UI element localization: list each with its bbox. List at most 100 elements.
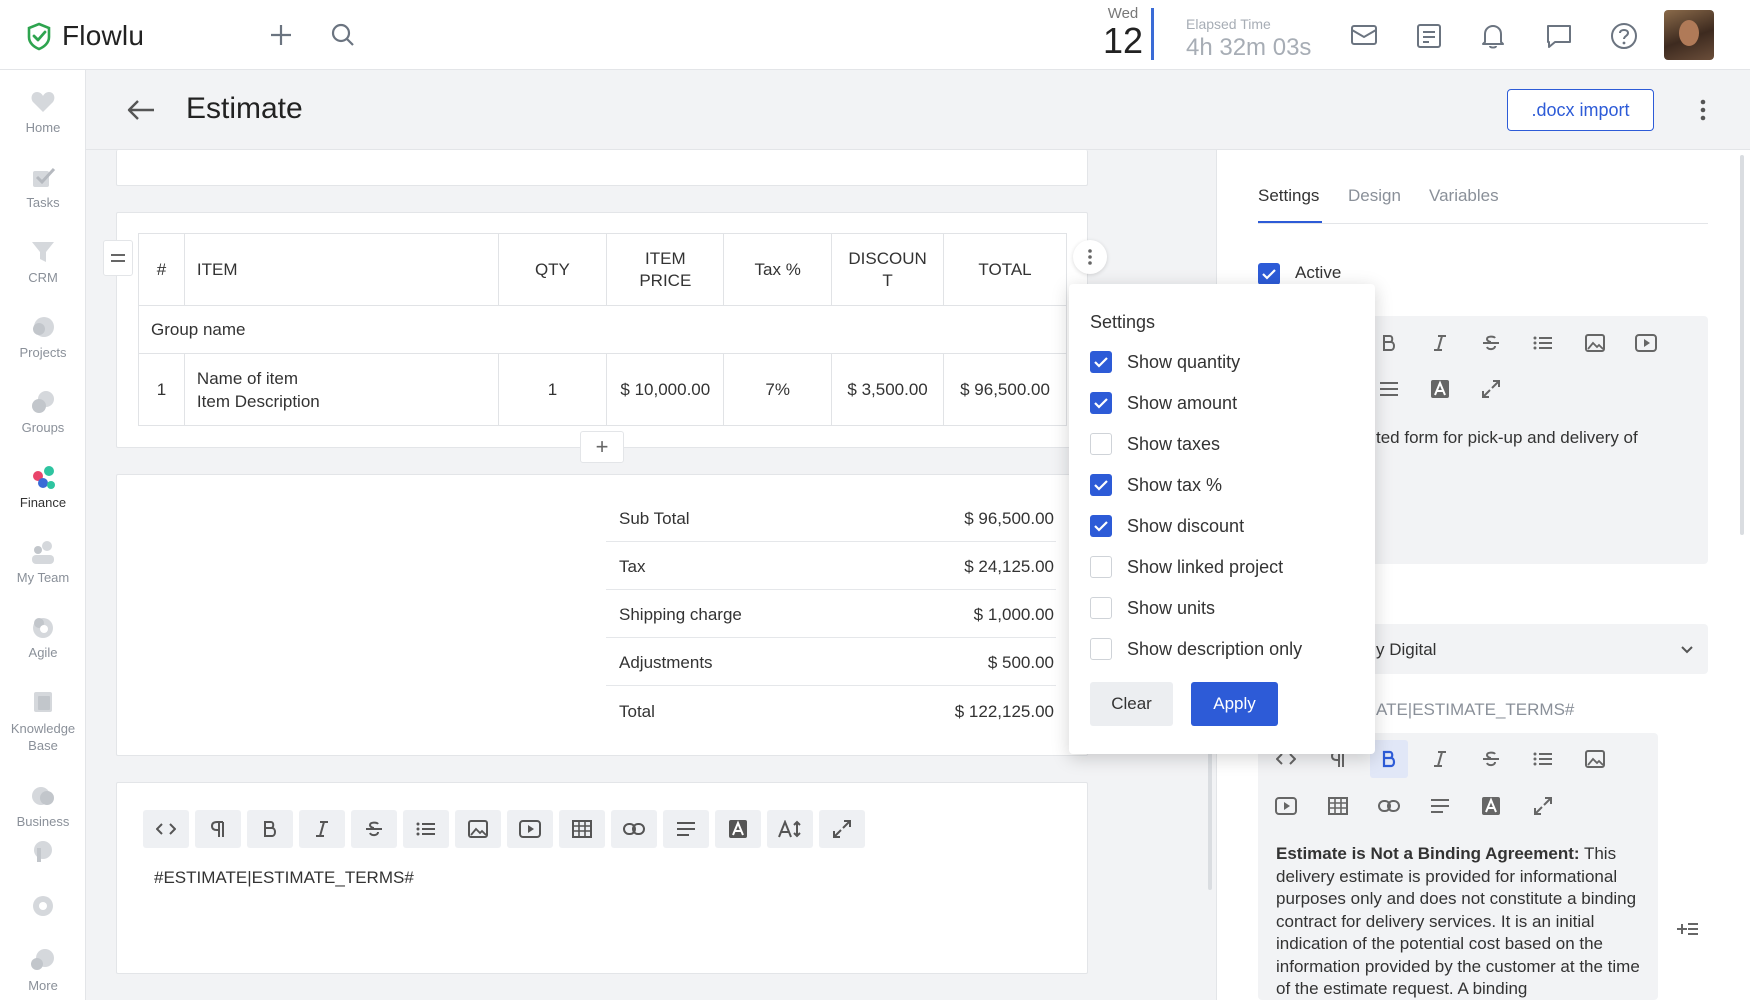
group-row[interactable]: Group name	[138, 305, 1067, 354]
font-color-icon[interactable]	[1478, 793, 1504, 819]
tab-design[interactable]: Design	[1348, 186, 1401, 206]
mail-icon[interactable]	[1350, 22, 1377, 48]
image-icon[interactable]	[455, 810, 501, 848]
fullscreen-icon[interactable]	[1530, 793, 1556, 819]
sidebar-item-my-team[interactable]: My Team	[0, 538, 85, 585]
sidebar-item-tasks[interactable]: Tasks	[0, 163, 85, 210]
code-icon[interactable]	[143, 810, 189, 848]
group-name[interactable]: Group name	[138, 305, 1067, 354]
chat-icon[interactable]	[1545, 22, 1571, 48]
totals-value[interactable]: $ 500.00	[988, 653, 1054, 673]
sidebar-item-business[interactable]: Business	[0, 782, 85, 829]
sidebar-item-finance[interactable]: Finance	[0, 463, 85, 510]
option-show-quantity[interactable]: Show quantity	[1090, 349, 1240, 375]
align-icon[interactable]	[1427, 793, 1453, 819]
align-icon[interactable]	[1376, 376, 1402, 402]
discount-cell[interactable]: $ 3,500.00	[831, 353, 945, 426]
list-icon[interactable]	[403, 810, 449, 848]
notes-icon[interactable]	[1415, 22, 1441, 48]
item-cell[interactable]: Name of item Item Description	[183, 353, 499, 426]
price-cell[interactable]: $ 10,000.00	[606, 353, 725, 426]
tab-settings[interactable]: Settings	[1258, 186, 1319, 206]
image-icon[interactable]	[1582, 746, 1608, 772]
video-icon[interactable]	[507, 810, 553, 848]
font-size-icon[interactable]	[767, 810, 813, 848]
font-color-icon[interactable]	[715, 810, 761, 848]
checkbox[interactable]	[1090, 474, 1112, 496]
italic-icon[interactable]	[299, 810, 345, 848]
clear-button[interactable]: Clear	[1090, 682, 1173, 726]
fullscreen-icon[interactable]	[819, 810, 865, 848]
active-checkbox[interactable]	[1258, 263, 1280, 285]
table-row[interactable]: 1 Name of item Item Description 1 $ 10,0…	[138, 353, 1067, 426]
app-logo[interactable]: Flowlu	[24, 20, 144, 52]
bold-icon[interactable]	[247, 810, 293, 848]
italic-icon[interactable]	[1427, 746, 1453, 772]
tax-cell[interactable]: 7%	[723, 353, 833, 426]
add-row-button[interactable]: +	[580, 431, 624, 463]
option-show-units[interactable]: Show units	[1090, 595, 1215, 621]
elapsed-time[interactable]: Elapsed Time 4h 32m 03s	[1186, 16, 1311, 62]
right-panel-scrollbar[interactable]	[1740, 155, 1744, 535]
bell-icon[interactable]	[1480, 22, 1506, 49]
video-icon[interactable]	[1633, 330, 1659, 356]
option-show-amount[interactable]: Show amount	[1090, 390, 1237, 416]
italic-icon[interactable]	[1427, 330, 1453, 356]
link-icon[interactable]	[1376, 793, 1402, 819]
option-show-discount[interactable]: Show discount	[1090, 513, 1244, 539]
table-icon[interactable]	[1325, 793, 1351, 819]
sidebar-item-home[interactable]: Home	[0, 88, 85, 135]
description-text[interactable]: ted form for pick-up and delivery of	[1376, 427, 1638, 450]
terms-content[interactable]: Estimate is Not a Binding Agreement: Thi…	[1276, 843, 1646, 1000]
add-icon[interactable]	[268, 22, 294, 48]
option-show-linked-project[interactable]: Show linked project	[1090, 554, 1283, 580]
table-settings-menu-icon[interactable]	[1073, 240, 1107, 274]
strikethrough-icon[interactable]	[1478, 746, 1504, 772]
sidebar-item-knowledge-base[interactable]: Knowledge Base	[0, 688, 85, 754]
page-menu-icon[interactable]	[1696, 98, 1710, 122]
checkbox[interactable]	[1090, 515, 1112, 537]
checkbox[interactable]	[1090, 351, 1112, 373]
checkbox[interactable]	[1090, 556, 1112, 578]
checkbox[interactable]	[1090, 638, 1112, 660]
apply-button[interactable]: Apply	[1191, 682, 1278, 726]
drag-handle-icon[interactable]	[103, 240, 133, 276]
totals-value[interactable]: $ 1,000.00	[974, 605, 1054, 625]
list-icon[interactable]	[1530, 746, 1556, 772]
option-show-tax-percent[interactable]: Show tax %	[1090, 472, 1222, 498]
fullscreen-icon[interactable]	[1478, 376, 1504, 402]
sidebar-item-groups[interactable]: Groups	[0, 388, 85, 435]
link-icon[interactable]	[611, 810, 657, 848]
sidebar-item-extra-1[interactable]	[0, 838, 85, 870]
checkbox[interactable]	[1090, 392, 1112, 414]
sidebar-item-agile[interactable]: Agile	[0, 613, 85, 660]
paragraph-icon[interactable]	[195, 810, 241, 848]
strikethrough-icon[interactable]	[1478, 330, 1504, 356]
sidebar-item-crm[interactable]: CRM	[0, 238, 85, 285]
user-avatar[interactable]	[1664, 10, 1714, 60]
help-icon[interactable]	[1610, 22, 1637, 49]
bold-icon[interactable]	[1370, 740, 1408, 778]
tab-variables[interactable]: Variables	[1429, 186, 1499, 206]
checkbox[interactable]	[1090, 433, 1112, 455]
sidebar-item-extra-2[interactable]	[0, 892, 85, 924]
date-widget[interactable]: Wed 12	[1098, 6, 1148, 60]
search-icon[interactable]	[330, 22, 356, 48]
image-icon[interactable]	[1582, 330, 1608, 356]
docx-import-button[interactable]: .docx import	[1507, 89, 1654, 131]
strikethrough-icon[interactable]	[351, 810, 397, 848]
qty-cell[interactable]: 1	[497, 353, 608, 426]
option-show-taxes[interactable]: Show taxes	[1090, 431, 1220, 457]
align-icon[interactable]	[663, 810, 709, 848]
sidebar-item-more[interactable]: More	[0, 946, 85, 993]
video-icon[interactable]	[1273, 793, 1299, 819]
back-arrow-icon[interactable]	[126, 96, 156, 124]
sidebar-item-projects[interactable]: Projects	[0, 313, 85, 360]
font-color-icon[interactable]	[1427, 376, 1453, 402]
editor-content[interactable]: #ESTIMATE|ESTIMATE_TERMS#	[154, 868, 414, 888]
list-icon[interactable]	[1530, 330, 1556, 356]
checkbox[interactable]	[1090, 597, 1112, 619]
bold-icon[interactable]	[1376, 330, 1402, 356]
add-variable-icon[interactable]	[1674, 916, 1702, 942]
table-icon[interactable]	[559, 810, 605, 848]
